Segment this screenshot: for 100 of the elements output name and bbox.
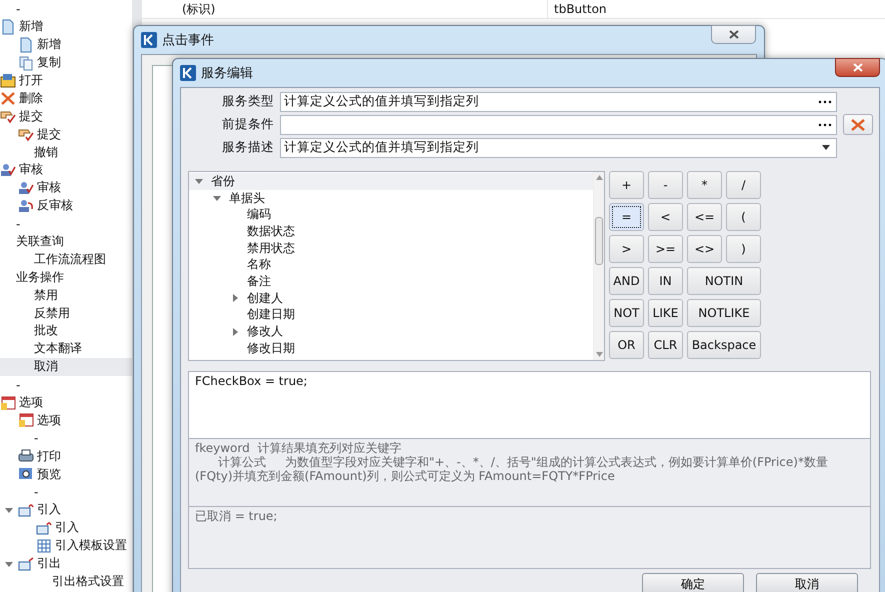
caret-icon[interactable] [822, 145, 830, 150]
tree-item[interactable]: 提交 [0, 125, 132, 144]
formula-editor[interactable]: FCheckBox = true; [189, 372, 870, 438]
tree-item[interactable]: 批改 [0, 322, 132, 340]
tree-item[interactable]: 引出 [0, 554, 132, 572]
tree-item[interactable]: 审核 [0, 161, 132, 179]
operator-button[interactable]: ( [726, 203, 761, 231]
tree-item[interactable]: 引入 [0, 518, 132, 537]
scroll-down-icon[interactable] [596, 352, 602, 357]
printer-icon [18, 448, 34, 464]
delete-button[interactable] [843, 114, 873, 135]
tree-item[interactable]: - [0, 214, 132, 233]
operator-button[interactable]: NOT [609, 299, 644, 327]
operator-button[interactable]: <= [687, 203, 722, 231]
tree-item[interactable]: 引出格式设置 [0, 572, 132, 590]
field-tree-item[interactable]: 创建人 [189, 290, 593, 306]
field-tree-item[interactable]: 省份 [189, 173, 593, 190]
tree-item[interactable]: 提交 [0, 107, 132, 126]
ellipsis-icon[interactable] [818, 100, 832, 104]
operator-button[interactable]: <> [687, 235, 722, 263]
operator-button[interactable]: AND [609, 267, 644, 295]
app-logo-icon [180, 65, 196, 81]
tree-item[interactable]: 反禁用 [0, 304, 132, 322]
field-tree-item[interactable]: 单据头 [189, 190, 593, 206]
tree-item[interactable]: 打开 [0, 72, 132, 90]
table-icon [36, 538, 52, 554]
collapse-arrow-icon[interactable] [5, 506, 13, 514]
operator-button[interactable]: NOTLIKE [687, 299, 761, 327]
tree-item[interactable]: 工作流流程图 [0, 250, 132, 268]
cross-icon [0, 90, 16, 106]
tree-item[interactable]: 复制 [0, 54, 132, 72]
operator-button[interactable]: < [648, 203, 683, 231]
tree-item[interactable]: 引入模板设置 [0, 536, 132, 555]
operator-button[interactable]: = [609, 203, 644, 231]
operator-button[interactable]: Backspace [687, 331, 761, 359]
field-tree-item[interactable]: 创建日期 [189, 306, 593, 324]
window-title: 点击事件 [162, 32, 214, 49]
field-tree-item[interactable]: 修改人 [189, 323, 593, 340]
tree-item[interactable]: 新增 [0, 36, 132, 54]
input-field[interactable] [280, 114, 837, 134]
grid-arrow-icon [18, 502, 34, 518]
tree-item[interactable]: 引入 [0, 500, 132, 519]
ellipsis-icon[interactable] [818, 122, 832, 126]
operator-button[interactable]: ) [726, 235, 761, 263]
collapse-arrow-icon[interactable] [213, 194, 221, 202]
tree-item[interactable]: 反审核 [0, 196, 132, 215]
field-label: 前提条件 [221, 116, 274, 133]
grid-arrow-icon [36, 520, 52, 536]
window-title: 服务编辑 [201, 65, 253, 82]
collapse-arrow-icon[interactable] [5, 560, 13, 568]
operator-button[interactable]: + [609, 171, 644, 199]
scroll-up-icon[interactable] [596, 175, 602, 180]
dialog-button[interactable]: 取消 [756, 573, 858, 592]
operator-button[interactable]: > [609, 235, 644, 263]
operator-button[interactable]: IN [648, 267, 683, 295]
operator-button[interactable]: NOTIN [687, 267, 761, 295]
tree-item[interactable]: 删除 [0, 89, 132, 108]
tree-item[interactable]: 选项 [0, 394, 132, 412]
operator-button[interactable]: LIKE [648, 299, 683, 327]
field-label: 服务类型 [221, 93, 274, 110]
operator-button[interactable]: CLR [648, 331, 683, 359]
dropdown-field[interactable]: 计算定义公式的值并填写到指定列 [280, 138, 837, 158]
help-text: fkeyword 计算结果填充列对应关键字 计算公式 为数值型字段对应关键字和"+、-、*、/、括号"组成的计算公式表达式，例如要计算单价(FPrice)*数量(FQty)并填充到金额(FAmount)列，则公式可定义为 FAmount=FQTY*FPrice [194, 440, 829, 485]
tree-item[interactable]: 关联查询 [0, 232, 132, 250]
tree-item[interactable]: 预览 [0, 465, 132, 484]
operator-button[interactable]: / [726, 171, 761, 199]
tree-item[interactable]: 业务操作 [0, 268, 132, 286]
tree-item[interactable]: - [0, 376, 132, 394]
tree-item[interactable]: 选项 [0, 411, 132, 430]
document-icon [18, 36, 34, 53]
dialog-button[interactable]: 确定 [642, 573, 744, 592]
field-tree-item[interactable]: 名称 [189, 256, 593, 274]
close-button[interactable] [835, 58, 880, 77]
field-tree-item[interactable]: 备注 [189, 273, 593, 290]
expand-arrow-icon[interactable] [231, 328, 239, 336]
tree-item[interactable]: 文本翻译 [0, 340, 132, 358]
tree-item[interactable]: 撤销 [0, 143, 132, 162]
close-icon [852, 63, 862, 72]
scrollbar[interactable] [593, 172, 604, 360]
tree-item[interactable]: 审核 [0, 178, 132, 197]
field-tree-item[interactable]: 禁用状态 [189, 240, 593, 256]
operator-button[interactable]: >= [648, 235, 683, 263]
field-tree-item[interactable]: 数据状态 [189, 223, 593, 240]
field-tree-item[interactable]: 修改日期 [189, 340, 593, 357]
tree-item[interactable]: 禁用 [0, 286, 132, 304]
tree-item[interactable]: 打印 [0, 447, 132, 466]
input-field[interactable]: 计算定义公式的值并填写到指定列 [280, 92, 837, 112]
scroll-thumb[interactable] [595, 217, 603, 265]
tree-item[interactable]: 新增 [0, 18, 132, 36]
operator-button[interactable]: - [648, 171, 683, 199]
operator-button[interactable]: OR [609, 331, 644, 359]
field-tree-item[interactable]: 编码 [189, 206, 593, 224]
tree-item[interactable]: - [0, 429, 132, 448]
expand-arrow-icon[interactable] [231, 294, 239, 302]
tree-item[interactable]: - [0, 483, 132, 501]
tree-item[interactable]: - [0, 0, 132, 18]
collapse-arrow-icon[interactable] [195, 177, 203, 186]
operator-button[interactable]: * [687, 171, 722, 199]
close-button[interactable] [711, 25, 756, 44]
tree-item[interactable]: 取消 [0, 358, 132, 376]
